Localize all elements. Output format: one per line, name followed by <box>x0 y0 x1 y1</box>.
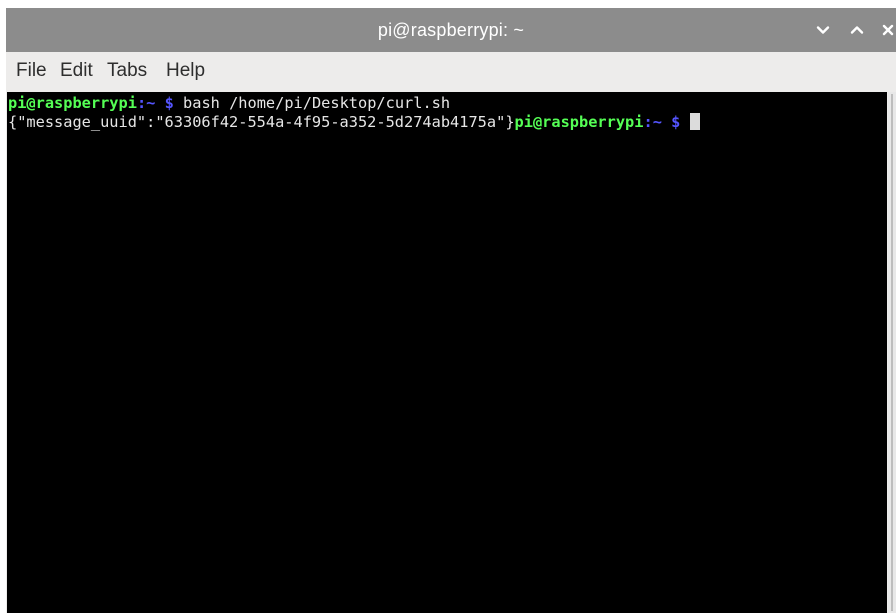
prompt-user-host: pi@raspberrypi <box>8 94 137 112</box>
prompt-separator: : <box>643 113 653 131</box>
minimize-button[interactable] <box>815 22 831 38</box>
prompt-path: ~ <box>652 113 662 131</box>
prompt-dollar: $ <box>671 113 681 131</box>
menu-file[interactable]: File <box>16 52 47 92</box>
chevron-up-icon <box>850 26 864 34</box>
title-bar[interactable]: pi@raspberrypi: ~ <box>6 8 896 52</box>
prompt-dollar: $ <box>164 94 174 112</box>
menu-edit[interactable]: Edit <box>60 52 93 92</box>
prompt-user-host: pi@raspberrypi <box>514 113 644 131</box>
menu-tabs[interactable]: Tabs <box>107 52 147 92</box>
terminal-window: pi@raspberrypi: ~ File Edit Tabs Help pi… <box>6 8 896 613</box>
prompt-path: ~ <box>146 94 156 112</box>
scrollbar-thumb[interactable] <box>891 94 893 611</box>
close-icon <box>882 24 894 36</box>
json-output: {"message_uuid":"63306f42-554a-4f95-a352… <box>8 113 515 131</box>
close-button[interactable] <box>880 22 896 38</box>
window-title: pi@raspberrypi: ~ <box>377 20 525 40</box>
text-cursor <box>689 113 700 130</box>
terminal-line-output: {"message_uuid":"63306f42-554a-4f95-a352… <box>8 113 887 132</box>
prompt-separator: : <box>136 94 147 112</box>
maximize-button[interactable] <box>849 22 865 38</box>
menu-help[interactable]: Help <box>166 52 205 92</box>
menu-bar: File Edit Tabs Help <box>6 52 896 92</box>
chevron-down-icon <box>816 26 830 34</box>
terminal-line-command: pi@raspberrypi:~ $ bash /home/pi/Desktop… <box>8 94 887 113</box>
command-text: bash /home/pi/Desktop/curl.sh <box>173 94 451 112</box>
terminal-output[interactable]: pi@raspberrypi:~ $ bash /home/pi/Desktop… <box>7 92 887 613</box>
terminal-scrollbar[interactable] <box>888 92 896 613</box>
